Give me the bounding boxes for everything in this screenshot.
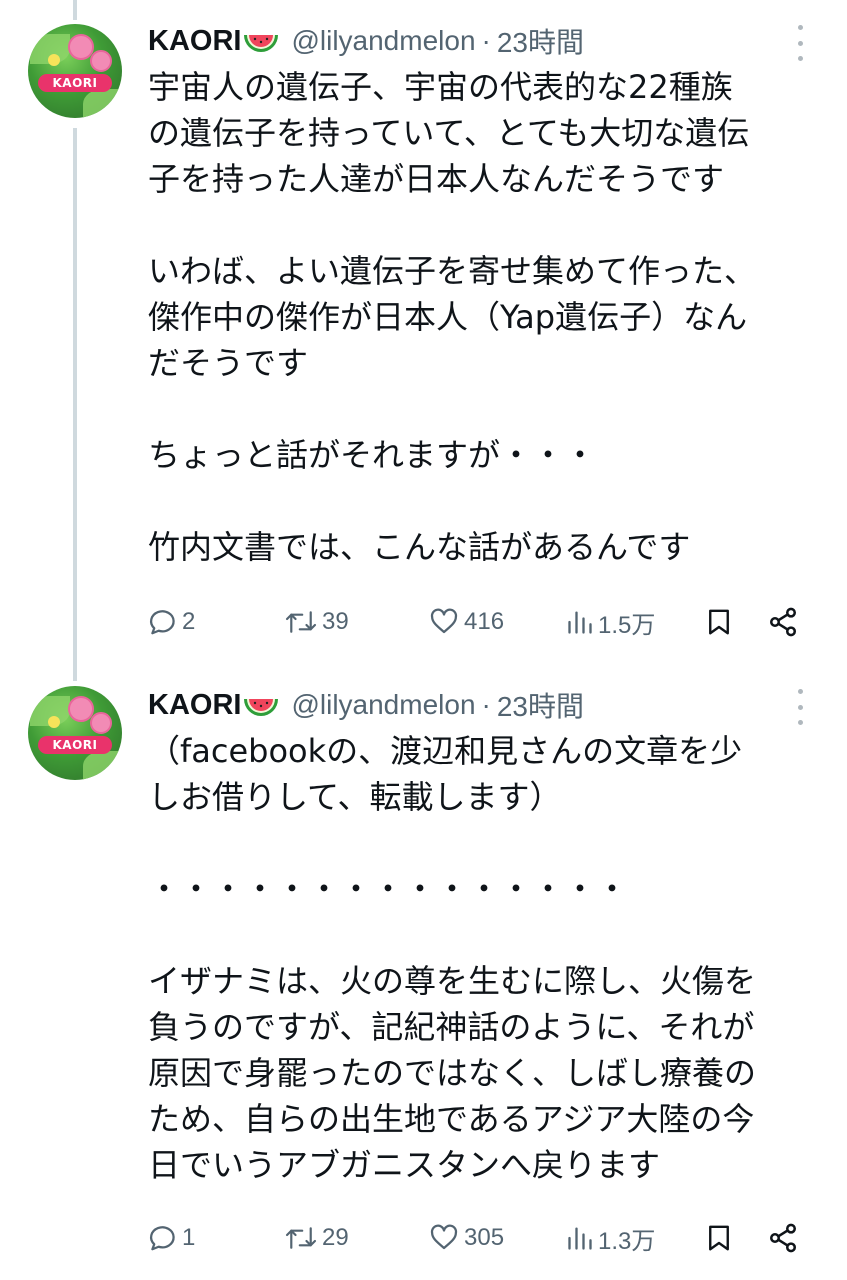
share-icon bbox=[770, 1223, 796, 1253]
action-bar: 2 39 416 1.5万 bbox=[148, 602, 808, 642]
reply-count: 2 bbox=[182, 608, 196, 635]
like-button[interactable]: 305 bbox=[428, 1218, 504, 1258]
reply-count: 1 bbox=[182, 1224, 196, 1251]
retweet-button[interactable]: 29 bbox=[284, 1218, 349, 1258]
timestamp[interactable]: 23時間 bbox=[497, 21, 584, 61]
views-icon bbox=[568, 611, 592, 634]
action-bar: 1 29 305 1.3万 bbox=[148, 1218, 808, 1258]
reply-icon bbox=[149, 1226, 175, 1251]
separator-dot: · bbox=[481, 689, 491, 720]
more-vertical-icon[interactable] bbox=[793, 689, 807, 725]
tweet-header: KAORI @lilyandmelon · 23時間 bbox=[148, 21, 584, 61]
view-count: 1.3万 bbox=[598, 1227, 656, 1255]
view-count: 1.5万 bbox=[598, 611, 656, 639]
watermelon-icon bbox=[244, 699, 279, 716]
display-name[interactable]: KAORI bbox=[148, 25, 241, 58]
separator-dot: · bbox=[481, 25, 491, 56]
like-button[interactable]: 416 bbox=[428, 602, 504, 642]
reply-button[interactable]: 2 bbox=[148, 602, 195, 642]
tweet-text: （facebookの、渡辺和見さんの文章を少 しお借りして、転載します） ・・・… bbox=[148, 732, 757, 1184]
like-count: 416 bbox=[464, 608, 505, 635]
user-handle[interactable]: @lilyandmelon bbox=[291, 689, 475, 721]
bookmark-icon bbox=[709, 609, 729, 635]
views-button[interactable]: 1.5万 bbox=[566, 602, 655, 642]
heart-icon bbox=[430, 1224, 458, 1250]
share-button[interactable] bbox=[766, 1218, 800, 1258]
avatar[interactable]: KAORI bbox=[28, 686, 122, 780]
retweet-button[interactable]: 39 bbox=[284, 602, 349, 642]
retweet-count: 39 bbox=[322, 608, 349, 635]
share-button[interactable] bbox=[766, 602, 800, 642]
tweet-header: KAORI @lilyandmelon · 23時間 bbox=[148, 685, 584, 725]
tweet[interactable]: KAORI KAORI @lilyandmelon · 23時間 宇宙人の遺伝子… bbox=[0, 0, 847, 670]
retweet-count: 29 bbox=[322, 1224, 349, 1251]
avatar[interactable]: KAORI bbox=[28, 24, 122, 118]
reply-button[interactable]: 1 bbox=[148, 1218, 195, 1258]
tweet-text: 宇宙人の遺伝子、宇宙の代表的な22種族 の遺伝子を持っていて、とても大切な遺伝 … bbox=[148, 68, 757, 566]
timestamp[interactable]: 23時間 bbox=[497, 685, 584, 725]
share-icon bbox=[770, 607, 796, 637]
bookmark-icon bbox=[709, 1225, 729, 1251]
more-vertical-icon[interactable] bbox=[793, 25, 807, 61]
heart-icon bbox=[430, 608, 458, 634]
user-handle[interactable]: @lilyandmelon bbox=[291, 25, 475, 57]
bookmark-button[interactable] bbox=[704, 602, 734, 642]
views-button[interactable]: 1.3万 bbox=[566, 1218, 655, 1258]
views-icon bbox=[568, 1227, 592, 1250]
bookmark-button[interactable] bbox=[704, 1218, 734, 1258]
reply-icon bbox=[149, 610, 175, 635]
retweet-icon bbox=[285, 611, 317, 633]
retweet-icon bbox=[285, 1227, 317, 1249]
display-name[interactable]: KAORI bbox=[148, 689, 241, 722]
avatar-badge: KAORI bbox=[38, 74, 112, 92]
like-count: 305 bbox=[464, 1224, 505, 1251]
avatar-badge: KAORI bbox=[38, 736, 112, 754]
watermelon-icon bbox=[244, 35, 279, 52]
